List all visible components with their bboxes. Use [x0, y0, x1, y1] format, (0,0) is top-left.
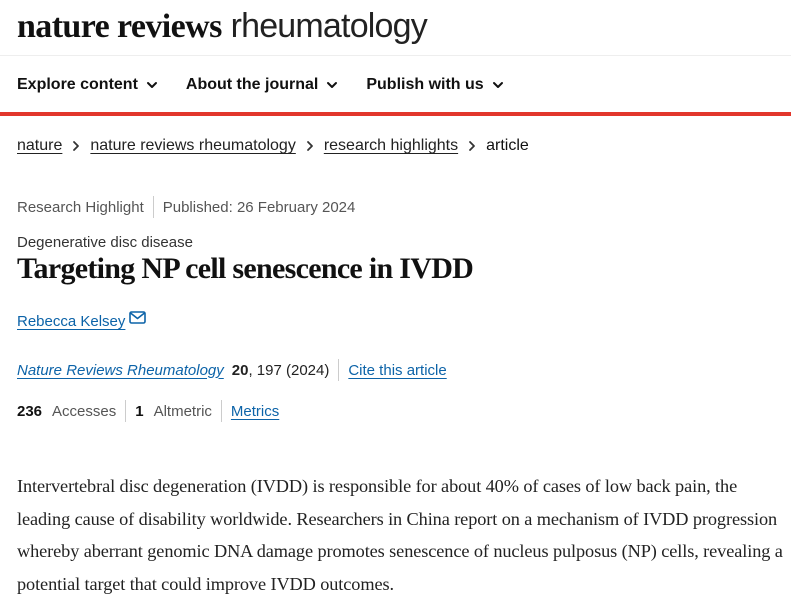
chevron-down-icon — [492, 81, 503, 88]
journal-pages: , 197 (2024) — [248, 361, 330, 379]
article-subject: Degenerative disc disease — [17, 234, 193, 251]
breadcrumb-current: article — [486, 137, 529, 154]
nav-item-label: Publish with us — [366, 75, 484, 93]
article-abstract: Intervertebral disc degeneration (IVDD) … — [17, 476, 783, 594]
published-date: Published: 26 February 2024 — [162, 198, 356, 216]
nav-publish-with-us[interactable]: Publish with us — [366, 76, 503, 94]
cite-this-article-link[interactable]: Cite this article — [348, 362, 446, 379]
chevron-down-icon — [327, 81, 338, 88]
main-nav: Explore content About the journal Publis… — [0, 56, 791, 113]
accesses-label: Accesses — [52, 402, 117, 420]
author-list: Rebecca Kelsey — [17, 311, 147, 330]
article-type: Research Highlight — [17, 198, 144, 216]
site-logo[interactable]: nature reviews rheumatology — [17, 6, 428, 47]
nav-item-label: About the journal — [185, 75, 319, 93]
brand-name-light: rheumatology — [230, 7, 428, 45]
breadcrumb-link-journal[interactable]: nature reviews rheumatology — [90, 137, 295, 155]
breadcrumb-link-research-highlights[interactable]: research highlights — [324, 137, 458, 155]
nav-item-label: Explore content — [17, 75, 138, 93]
nav-explore-content[interactable]: Explore content — [17, 76, 158, 94]
accesses-count: 236 — [17, 402, 43, 420]
chevron-down-icon — [146, 81, 157, 88]
metrics-link[interactable]: Metrics — [231, 403, 279, 420]
metrics-divider — [220, 400, 222, 422]
metrics-divider — [125, 400, 127, 422]
article-title: Targeting NP cell senescence in IVDD — [17, 252, 474, 285]
author-link[interactable]: Rebecca Kelsey — [17, 313, 125, 330]
altmetric-count: 1 — [135, 402, 144, 420]
nav-about-journal[interactable]: About the journal — [186, 76, 338, 94]
accent-divider — [0, 112, 791, 116]
breadcrumb-link-nature[interactable]: nature — [17, 137, 62, 155]
meta-divider — [152, 196, 154, 218]
citation-divider — [338, 359, 340, 381]
mail-icon[interactable] — [129, 311, 147, 324]
site-header: nature reviews rheumatology — [0, 0, 791, 56]
citation-line: Nature Reviews Rheumatology 20 , 197 (20… — [17, 359, 447, 381]
breadcrumb: nature nature reviews rheumatology resea… — [17, 137, 529, 155]
chevron-right-icon — [73, 141, 80, 151]
journal-link[interactable]: Nature Reviews Rheumatology — [17, 362, 224, 379]
brand-name-bold: nature reviews — [17, 8, 222, 45]
chevron-right-icon — [469, 141, 476, 151]
journal-volume: 20 — [231, 361, 249, 379]
article-metrics: 236 Accesses 1 Altmetric Metrics — [17, 400, 279, 422]
altmetric-label: Altmetric — [153, 402, 212, 420]
article-meta: Research Highlight Published: 26 Februar… — [17, 196, 355, 218]
chevron-right-icon — [306, 141, 313, 151]
